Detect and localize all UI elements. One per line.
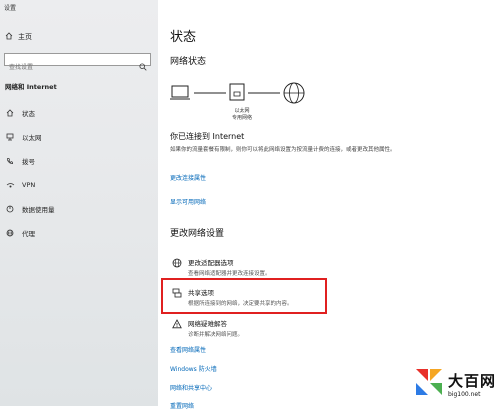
home-icon (5, 32, 13, 42)
adapter-name: 以太网 (234, 108, 250, 114)
adapter-globe-icon (170, 257, 184, 277)
sidebar-item-ethernet[interactable]: 以太网 (0, 128, 158, 146)
ethernet-adapter-icon (229, 83, 245, 101)
windows-firewall-link[interactable]: Windows 防火墙 (170, 364, 217, 373)
warning-icon (170, 318, 184, 338)
sidebar-item-status[interactable]: 状态 (0, 104, 158, 122)
search-input[interactable] (5, 62, 134, 73)
internet-globe-icon (283, 82, 305, 104)
window-title: 设置 (4, 5, 17, 12)
sidebar-item-label: 以太网 (22, 134, 42, 142)
network-troubleshooter[interactable]: 网络疑难解答 诊断并解决网络问题。 (170, 318, 243, 338)
option-title: 网络疑难解答 (188, 320, 227, 328)
globe-icon (5, 229, 15, 237)
change-connection-properties-link[interactable]: 更改连接属性 (170, 173, 206, 182)
search-box[interactable] (4, 53, 151, 73)
home-network-icon (5, 109, 15, 117)
vpn-icon (5, 181, 15, 189)
sidebar-item-label: 代理 (22, 230, 35, 238)
watermark-url: big100.net (447, 391, 481, 398)
option-description: 查看网络适配器并更改连接设置。 (188, 271, 271, 277)
change-adapter-options[interactable]: 更改适配器选项 查看网络适配器并更改连接设置。 (170, 257, 271, 277)
search-icon[interactable] (139, 56, 147, 75)
network-sharing-center-link[interactable]: 网络和共享中心 (170, 383, 212, 392)
network-name: 专用网络 (231, 115, 252, 121)
ethernet-icon (5, 133, 15, 141)
option-description: 诊断并解决网络问题。 (188, 332, 244, 338)
diagram-caption: 以太网 专用网络 (220, 108, 264, 122)
sharing-options-highlight (161, 278, 327, 314)
sidebar-home-label: 主页 (18, 33, 32, 41)
sidebar-item-data-usage[interactable]: 数据使用量 (0, 200, 158, 218)
sidebar-section-title: 网络和 Internet (5, 83, 57, 91)
computer-icon (170, 85, 190, 100)
watermark: 大百网 big100.net (413, 366, 496, 402)
sidebar-item-vpn[interactable]: VPN (0, 176, 158, 194)
sidebar-item-label: 数据使用量 (22, 206, 55, 214)
watermark-brand: 大百网 (447, 372, 496, 390)
connection-description: 如果你的流量套餐有限制，则你可以将此网络设置为按流量计费的连接，或者更改其他属性… (170, 147, 396, 153)
watermark-logo-icon (413, 366, 445, 402)
connection-status: 你已连接到 Internet (170, 132, 245, 141)
network-status-heading: 网络状态 (170, 57, 207, 67)
phone-icon (5, 157, 15, 165)
show-available-networks-link[interactable]: 显示可用网络 (170, 197, 206, 206)
sidebar: 设置 主页 网络和 Internet 状态 以太网 拨号 VPN (0, 0, 158, 406)
sidebar-item-label: 拨号 (22, 158, 35, 166)
sidebar-item-dialup[interactable]: 拨号 (0, 152, 158, 170)
data-usage-icon (5, 205, 15, 213)
view-network-properties-link[interactable]: 查看网络属性 (170, 345, 206, 354)
option-title: 更改适配器选项 (188, 259, 234, 267)
sidebar-item-label: VPN (22, 181, 36, 189)
main-panel: 状态 网络状态 以太网 专用网络 你已连接到 Internet 如果你的流量套餐… (158, 0, 500, 410)
sidebar-item-proxy[interactable]: 代理 (0, 224, 158, 242)
change-network-settings-heading: 更改网络设置 (170, 229, 225, 239)
page-title: 状态 (170, 30, 197, 45)
sidebar-home[interactable]: 主页 (5, 32, 32, 42)
sidebar-item-label: 状态 (22, 110, 35, 118)
